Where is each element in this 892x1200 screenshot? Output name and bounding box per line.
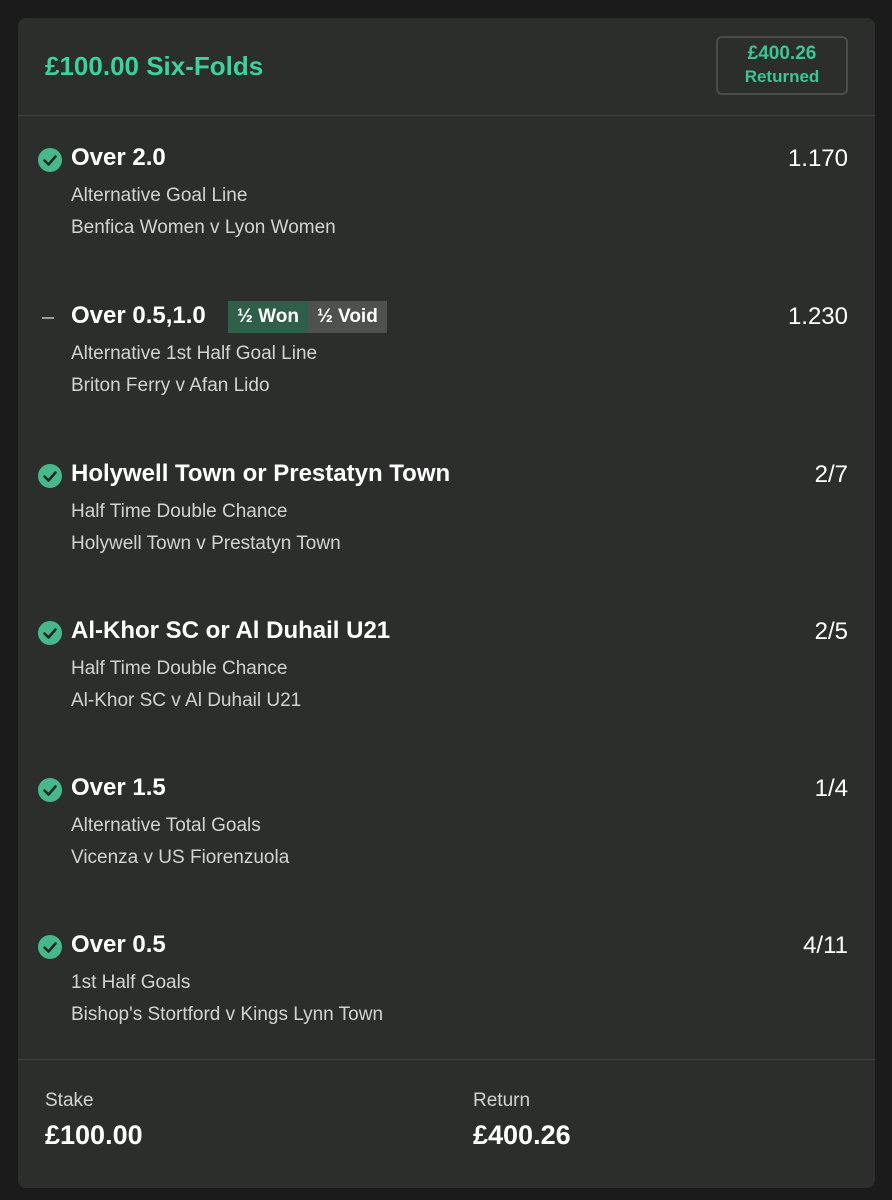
selection-item: Over 0.5 4/11 1st Half Goals Bishop's St… (18, 902, 875, 1059)
selection-event: Holywell Town v Prestatyn Town (71, 533, 341, 554)
return-label: Return (473, 1090, 531, 1111)
selection-market: Alternative 1st Half Goal Line (71, 343, 318, 364)
check-circle-icon (38, 935, 62, 959)
selection-market: Alternative Total Goals (71, 815, 261, 836)
returned-amount: £400.26 (747, 43, 817, 64)
selection-name: Over 0.5,1.0 (71, 302, 206, 329)
selection-odds: 4/11 (803, 932, 848, 959)
selection-item: Over 1.5 1/4 Alternative Total Goals Vic… (18, 745, 875, 902)
selection-event: Al-Khor SC v Al Duhail U21 (71, 690, 302, 711)
check-circle-icon (38, 778, 62, 802)
dash-icon (42, 317, 54, 319)
half-won-tag: ½ Won (228, 301, 308, 333)
selection-item: Over 0.5,1.0 ½ Won ½ Void 1.230 Alternat… (18, 273, 875, 430)
selection-event: Benfica Women v Lyon Women (71, 217, 336, 238)
stake-value: £100.00 (45, 1120, 143, 1150)
selection-name: Over 2.0 (71, 144, 166, 171)
selection-event: Vicenza v US Fiorenzuola (71, 847, 290, 868)
returned-label: Returned (744, 67, 820, 86)
selection-odds: 1.230 (787, 303, 848, 330)
result-tags: ½ Won ½ Void (228, 301, 387, 333)
selection-market: 1st Half Goals (71, 972, 191, 993)
selection-name: Over 0.5 (71, 931, 166, 958)
selection-market: Half Time Double Chance (71, 501, 288, 522)
bet-title: £100.00 Six-Folds (45, 51, 264, 81)
selection-odds: 2/7 (814, 461, 848, 488)
half-void-tag: ½ Void (307, 301, 387, 333)
selection-item: Holywell Town or Prestatyn Town 2/7 Half… (18, 431, 875, 588)
selection-name: Holywell Town or Prestatyn Town (71, 460, 451, 487)
bet-footer: Stake £100.00 Return £400.26 (18, 1059, 875, 1189)
returned-badge: £400.26 Returned (716, 36, 848, 95)
selection-odds: 1.170 (787, 145, 848, 172)
selection-name: Over 1.5 (71, 774, 166, 801)
selection-name: Al-Khor SC or Al Duhail U21 (71, 617, 391, 644)
check-circle-icon (38, 464, 62, 488)
bet-card: £100.00 Six-Folds £400.26 Returned Over … (18, 18, 875, 1188)
check-circle-icon (38, 148, 62, 172)
selection-odds: 2/5 (814, 618, 848, 645)
selection-item: Over 2.0 1.170 Alternative Goal Line Ben… (18, 115, 875, 272)
selection-event: Briton Ferry v Afan Lido (71, 375, 270, 396)
selection-odds: 1/4 (814, 775, 848, 802)
check-circle-icon (38, 621, 62, 645)
selection-item: Al-Khor SC or Al Duhail U21 2/5 Half Tim… (18, 588, 875, 745)
bet-header: £100.00 Six-Folds £400.26 Returned (18, 18, 875, 116)
stake-label: Stake (45, 1090, 94, 1111)
selection-event: Bishop's Stortford v Kings Lynn Town (71, 1004, 384, 1025)
selection-market: Half Time Double Chance (71, 658, 288, 679)
selection-market: Alternative Goal Line (71, 185, 248, 206)
return-value: £400.26 (473, 1120, 571, 1150)
